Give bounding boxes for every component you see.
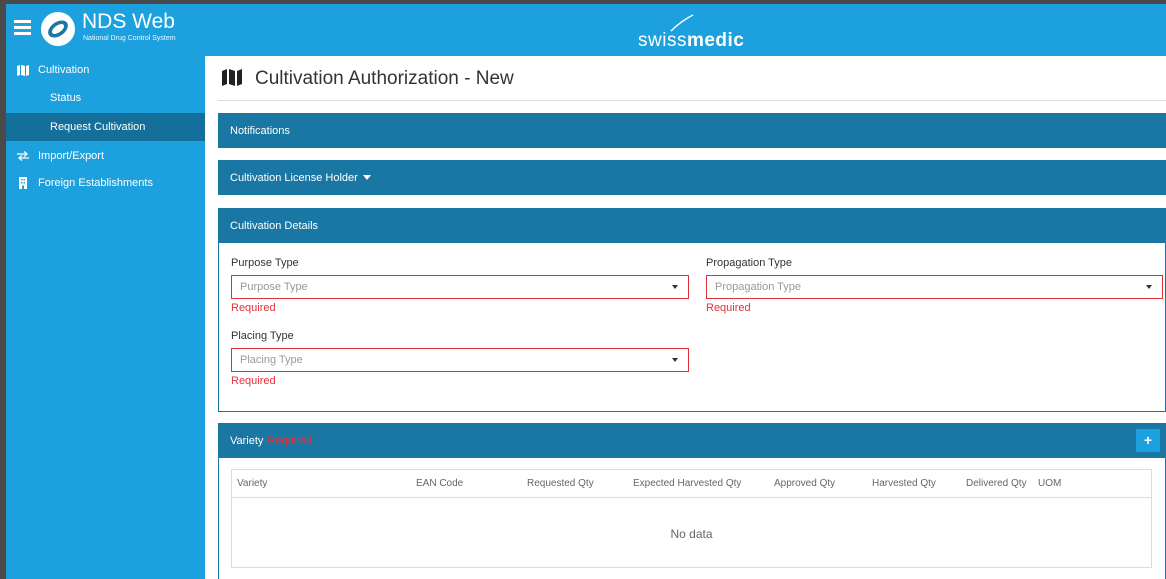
variety-panel-header: Variety Required + bbox=[218, 423, 1166, 458]
menu-icon[interactable] bbox=[14, 20, 31, 36]
column-header-variety[interactable]: Variety bbox=[237, 478, 267, 489]
title-divider bbox=[218, 100, 1166, 101]
main-content: Cultivation Authorization - New Notifica… bbox=[205, 56, 1166, 579]
select-placeholder: Propagation Type bbox=[715, 281, 802, 293]
column-header-harvested-qty[interactable]: Harvested Qty bbox=[872, 478, 936, 489]
select-placeholder: Purpose Type bbox=[240, 281, 308, 293]
purpose-type-select[interactable]: Purpose Type bbox=[231, 275, 689, 299]
sidebar-item-label: Foreign Establishments bbox=[38, 177, 153, 189]
empty-message: No data bbox=[670, 527, 713, 541]
placing-type-label: Placing Type bbox=[231, 330, 294, 342]
column-header-uom[interactable]: UOM bbox=[1038, 478, 1061, 489]
notifications-panel-header[interactable]: Notifications bbox=[218, 113, 1166, 148]
purpose-type-required: Required bbox=[231, 302, 276, 314]
panel-title: Cultivation License Holder bbox=[230, 172, 358, 184]
app-subtitle: National Drug Control System bbox=[83, 35, 176, 42]
variety-grid: Variety EAN Code Requested Qty Expected … bbox=[231, 469, 1152, 568]
sidebar-item-label: Import/Export bbox=[38, 150, 105, 162]
caret-down-icon bbox=[672, 358, 678, 362]
column-header-requested-qty[interactable]: Requested Qty bbox=[527, 478, 594, 489]
grid-header: Variety EAN Code Requested Qty Expected … bbox=[232, 470, 1151, 498]
caret-down-icon bbox=[1146, 285, 1152, 289]
map-icon bbox=[17, 65, 29, 76]
variety-panel-body: Variety EAN Code Requested Qty Expected … bbox=[218, 458, 1166, 579]
details-panel-header: Cultivation Details bbox=[218, 208, 1166, 243]
column-header-delivered-qty[interactable]: Delivered Qty bbox=[966, 478, 1027, 489]
sidebar-item-label: Status bbox=[50, 92, 82, 104]
column-header-ean-code[interactable]: EAN Code bbox=[416, 478, 463, 489]
sidebar-item-import-export[interactable]: Import/Export bbox=[6, 150, 205, 164]
propagation-type-required: Required bbox=[706, 302, 751, 314]
panel-title: Variety bbox=[230, 435, 264, 447]
top-bar: NDS Web National Drug Control System swi… bbox=[6, 4, 1166, 56]
propagation-type-select[interactable]: Propagation Type bbox=[706, 275, 1163, 299]
app-title: NDS Web bbox=[82, 10, 175, 33]
swissmedic-logo: swissmedic bbox=[638, 30, 744, 52]
add-variety-button[interactable]: + bbox=[1136, 429, 1160, 452]
purpose-type-label: Purpose Type bbox=[231, 257, 299, 269]
building-icon bbox=[19, 177, 27, 189]
license-holder-panel-header[interactable]: Cultivation License Holder bbox=[218, 160, 1166, 195]
exchange-icon bbox=[17, 151, 29, 161]
details-panel-body: Purpose Type Purpose Type Required Propa… bbox=[218, 243, 1166, 412]
brand-left: swiss bbox=[638, 30, 687, 51]
map-icon bbox=[222, 69, 242, 86]
sidebar-item-status[interactable]: Status bbox=[6, 84, 205, 112]
app-frame: NDS Web National Drug Control System swi… bbox=[6, 4, 1166, 579]
sidebar-item-foreign-establishments[interactable]: Foreign Establishments bbox=[6, 177, 205, 191]
sidebar-item-label: Request Cultivation bbox=[50, 121, 146, 133]
placing-type-required: Required bbox=[231, 375, 276, 387]
placing-type-select[interactable]: Placing Type bbox=[231, 348, 689, 372]
caret-down-icon bbox=[672, 285, 678, 289]
panel-title: Cultivation Details bbox=[230, 220, 319, 232]
sidebar-item-label: Cultivation bbox=[38, 64, 90, 76]
column-header-expected-harvested-qty[interactable]: Expected Harvested Qty bbox=[633, 478, 741, 489]
brand-right: medic bbox=[686, 30, 745, 51]
column-header-approved-qty[interactable]: Approved Qty bbox=[774, 478, 835, 489]
sidebar-item-cultivation[interactable]: Cultivation bbox=[6, 64, 205, 78]
sidebar: Cultivation Status Request Cultivation I… bbox=[6, 56, 205, 579]
select-placeholder: Placing Type bbox=[240, 354, 303, 366]
page-title: Cultivation Authorization - New bbox=[255, 68, 514, 89]
caret-down-icon bbox=[362, 175, 371, 180]
propagation-type-label: Propagation Type bbox=[706, 257, 793, 269]
nds-logo-icon bbox=[41, 12, 75, 46]
variety-required-tag: Required bbox=[267, 435, 313, 447]
panel-title: Notifications bbox=[230, 125, 290, 137]
sidebar-item-request-cultivation[interactable]: Request Cultivation bbox=[6, 113, 205, 141]
